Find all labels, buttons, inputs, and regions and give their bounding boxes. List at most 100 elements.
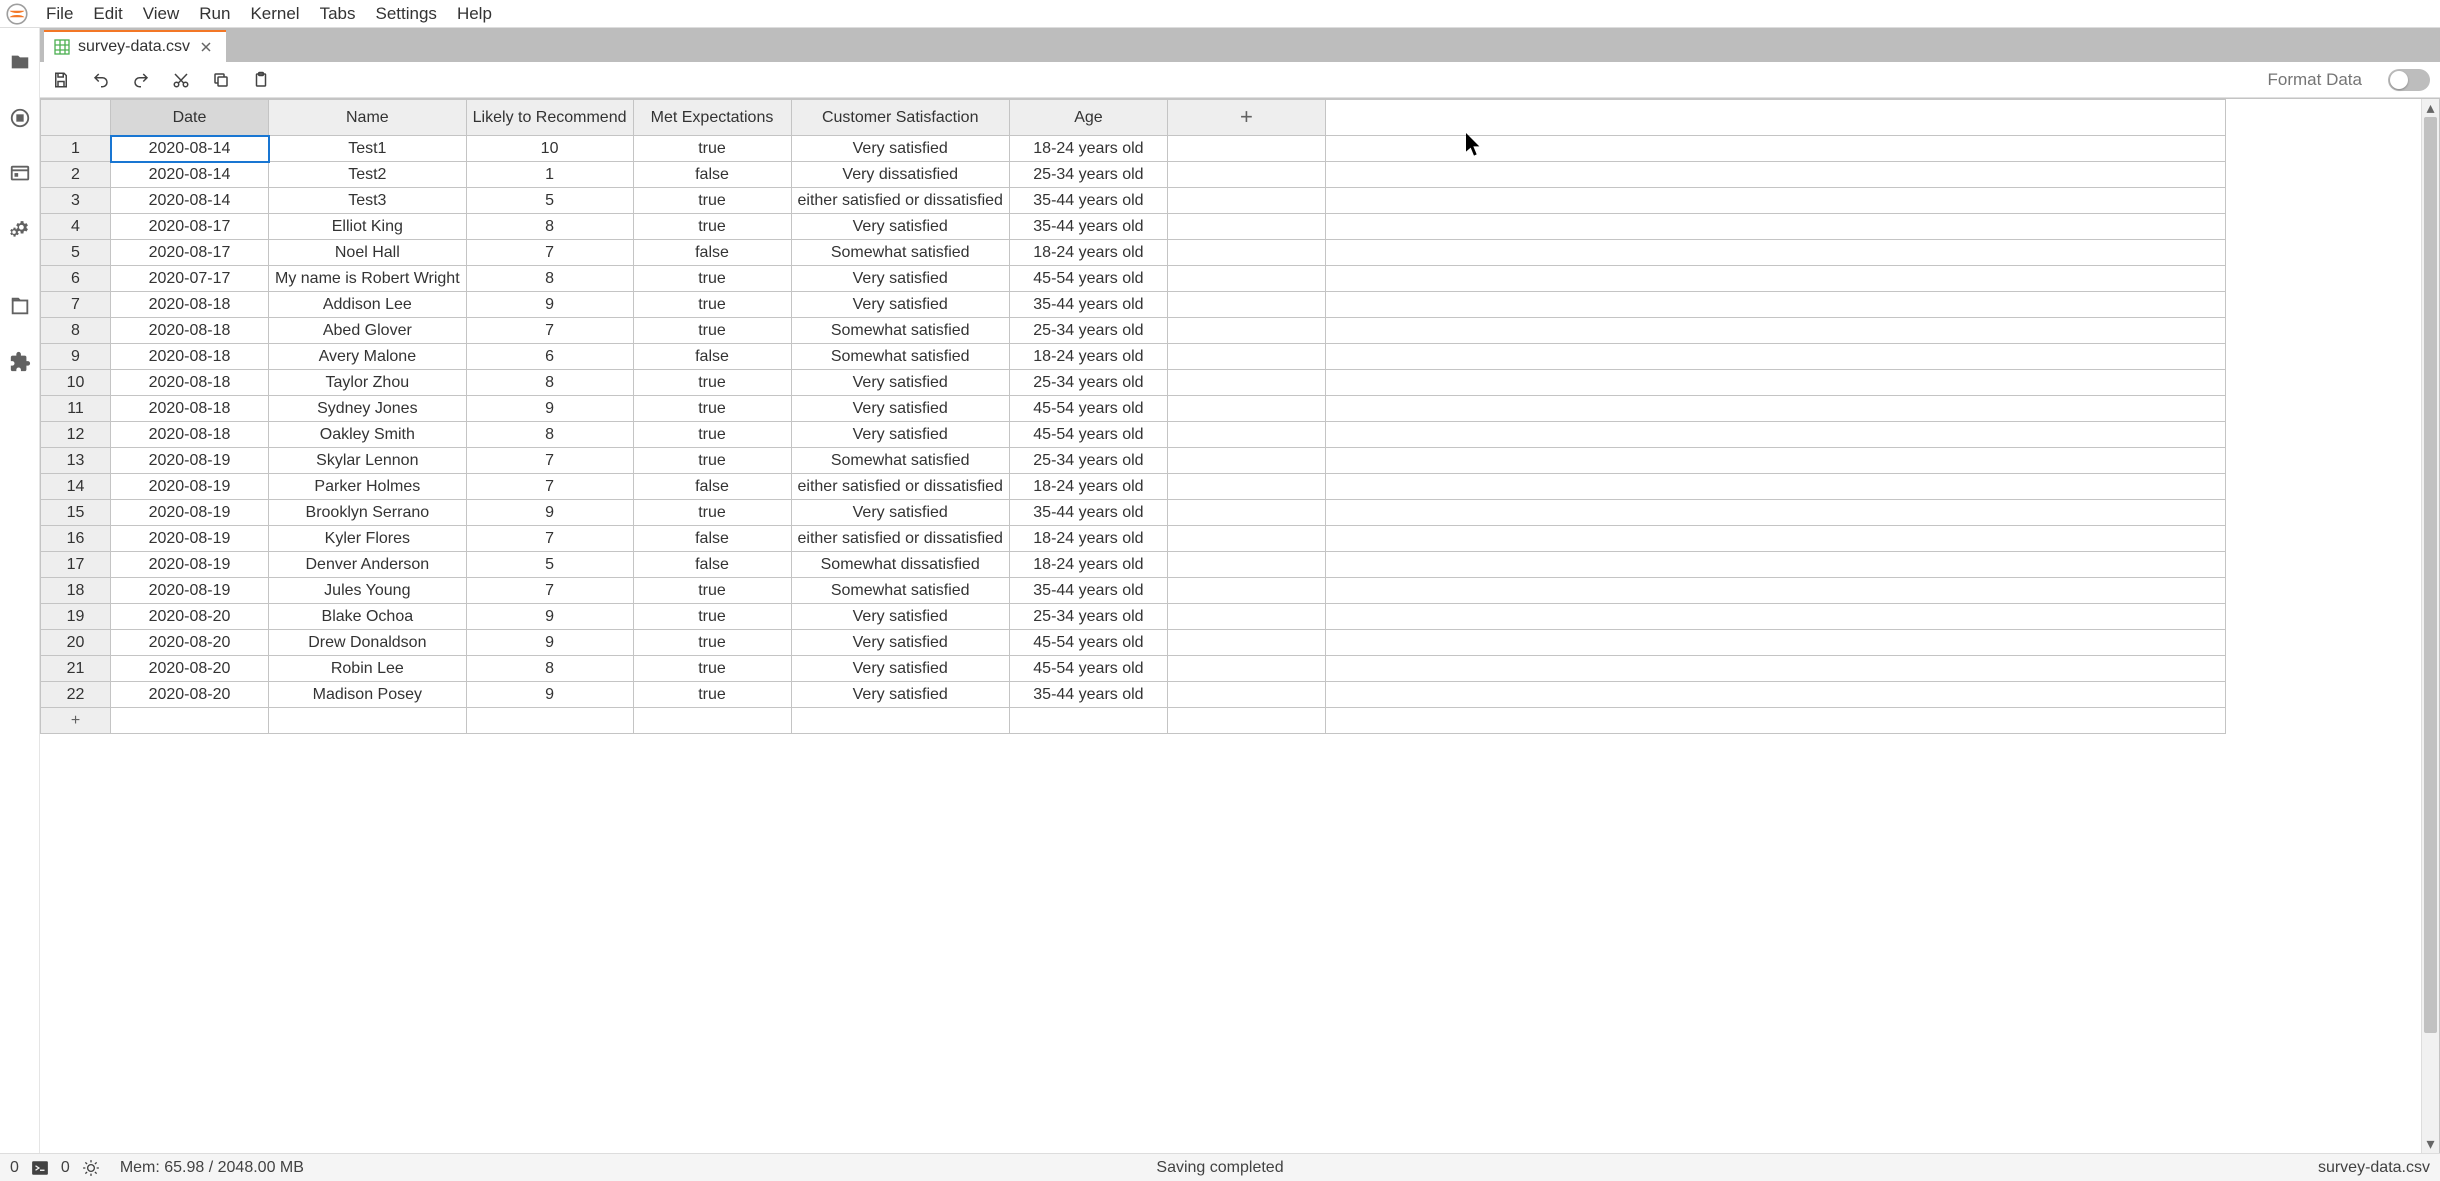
copy-icon[interactable] (210, 69, 232, 91)
row-header[interactable]: 14 (41, 474, 111, 500)
cell[interactable]: false (633, 240, 791, 266)
cell[interactable] (1167, 500, 1325, 526)
cell[interactable]: 7 (466, 240, 633, 266)
menu-edit[interactable]: Edit (83, 0, 132, 28)
row-header[interactable]: 6 (41, 266, 111, 292)
cell[interactable]: Very satisfied (791, 604, 1009, 630)
cell[interactable]: false (633, 344, 791, 370)
cell[interactable] (1167, 630, 1325, 656)
commands-icon[interactable] (8, 162, 32, 186)
column-header[interactable]: Likely to Recommend (466, 100, 633, 136)
row-header[interactable]: 4 (41, 214, 111, 240)
cell[interactable]: true (633, 656, 791, 682)
cell[interactable]: Sydney Jones (269, 396, 467, 422)
row-header[interactable]: 3 (41, 188, 111, 214)
cell[interactable]: 18-24 years old (1009, 474, 1167, 500)
cell[interactable]: 5 (466, 552, 633, 578)
file-browser-icon[interactable] (8, 50, 32, 74)
cell[interactable]: 18-24 years old (1009, 136, 1167, 162)
column-header[interactable]: Name (269, 100, 467, 136)
cell[interactable]: false (633, 552, 791, 578)
row-header[interactable]: 9 (41, 344, 111, 370)
cell[interactable]: true (633, 630, 791, 656)
cell[interactable] (1167, 188, 1325, 214)
cell[interactable] (269, 708, 467, 734)
cell[interactable]: Somewhat satisfied (791, 318, 1009, 344)
cell[interactable]: Kyler Flores (269, 526, 467, 552)
cell[interactable]: true (633, 604, 791, 630)
add-row-button[interactable]: + (41, 708, 111, 734)
cell[interactable] (1167, 552, 1325, 578)
cell[interactable]: 18-24 years old (1009, 526, 1167, 552)
cell[interactable]: Very satisfied (791, 500, 1009, 526)
cell[interactable]: 9 (466, 682, 633, 708)
cell[interactable] (466, 708, 633, 734)
corner-cell[interactable] (41, 100, 111, 136)
cell[interactable] (1167, 396, 1325, 422)
cell[interactable]: 35-44 years old (1009, 214, 1167, 240)
cell[interactable]: either satisfied or dissatisfied (791, 188, 1009, 214)
cell[interactable]: 1 (466, 162, 633, 188)
tabs-icon[interactable] (8, 294, 32, 318)
extension-icon[interactable] (8, 350, 32, 374)
cell[interactable]: 25-34 years old (1009, 162, 1167, 188)
cell[interactable]: 45-54 years old (1009, 656, 1167, 682)
cell[interactable] (1167, 474, 1325, 500)
running-sessions-icon[interactable] (8, 106, 32, 130)
redo-icon[interactable] (130, 69, 152, 91)
status-filename[interactable]: survey-data.csv (2318, 1159, 2430, 1177)
tab-survey-csv[interactable]: survey-data.csv (44, 30, 226, 62)
cell[interactable]: true (633, 682, 791, 708)
cell[interactable]: 8 (466, 370, 633, 396)
scroll-down-icon[interactable]: ▾ (2422, 1135, 2439, 1153)
cell[interactable]: My name is Robert Wright (269, 266, 467, 292)
cell[interactable]: false (633, 162, 791, 188)
cell[interactable]: Jules Young (269, 578, 467, 604)
row-header[interactable]: 20 (41, 630, 111, 656)
cell[interactable] (1009, 708, 1167, 734)
status-kernels-count[interactable]: 0 (10, 1159, 19, 1177)
menu-file[interactable]: File (36, 0, 83, 28)
cell[interactable]: 18-24 years old (1009, 552, 1167, 578)
cell[interactable] (633, 708, 791, 734)
close-icon[interactable] (198, 39, 214, 55)
row-header[interactable]: 7 (41, 292, 111, 318)
cell[interactable] (1167, 162, 1325, 188)
cell[interactable]: Parker Holmes (269, 474, 467, 500)
cell[interactable]: 5 (466, 188, 633, 214)
cell[interactable]: Avery Malone (269, 344, 467, 370)
cell[interactable]: 9 (466, 500, 633, 526)
cell[interactable] (1167, 214, 1325, 240)
cell[interactable]: 35-44 years old (1009, 578, 1167, 604)
cell[interactable]: 8 (466, 422, 633, 448)
menu-kernel[interactable]: Kernel (240, 0, 309, 28)
cell[interactable]: 2020-08-14 (111, 162, 269, 188)
menu-view[interactable]: View (133, 0, 190, 28)
cell[interactable]: Elliot King (269, 214, 467, 240)
cell[interactable]: 10 (466, 136, 633, 162)
scroll-up-icon[interactable]: ▴ (2422, 99, 2439, 117)
menu-settings[interactable]: Settings (366, 0, 447, 28)
row-header[interactable]: 5 (41, 240, 111, 266)
cell[interactable]: 9 (466, 630, 633, 656)
cell[interactable]: 2020-08-18 (111, 396, 269, 422)
cut-icon[interactable] (170, 69, 192, 91)
cell[interactable]: 18-24 years old (1009, 240, 1167, 266)
cell[interactable]: Very satisfied (791, 656, 1009, 682)
cell[interactable]: true (633, 188, 791, 214)
cell[interactable]: Robin Lee (269, 656, 467, 682)
cell[interactable]: Denver Anderson (269, 552, 467, 578)
cell[interactable]: Somewhat satisfied (791, 240, 1009, 266)
row-header[interactable]: 8 (41, 318, 111, 344)
cell[interactable]: 2020-08-17 (111, 214, 269, 240)
cell[interactable]: 2020-08-18 (111, 292, 269, 318)
row-header[interactable]: 17 (41, 552, 111, 578)
row-header[interactable]: 11 (41, 396, 111, 422)
cell[interactable]: Addison Lee (269, 292, 467, 318)
cell[interactable]: true (633, 136, 791, 162)
cell[interactable]: Very satisfied (791, 266, 1009, 292)
cell[interactable]: 8 (466, 656, 633, 682)
cell[interactable] (1167, 318, 1325, 344)
cell[interactable]: 2020-08-20 (111, 604, 269, 630)
cell[interactable]: 9 (466, 292, 633, 318)
